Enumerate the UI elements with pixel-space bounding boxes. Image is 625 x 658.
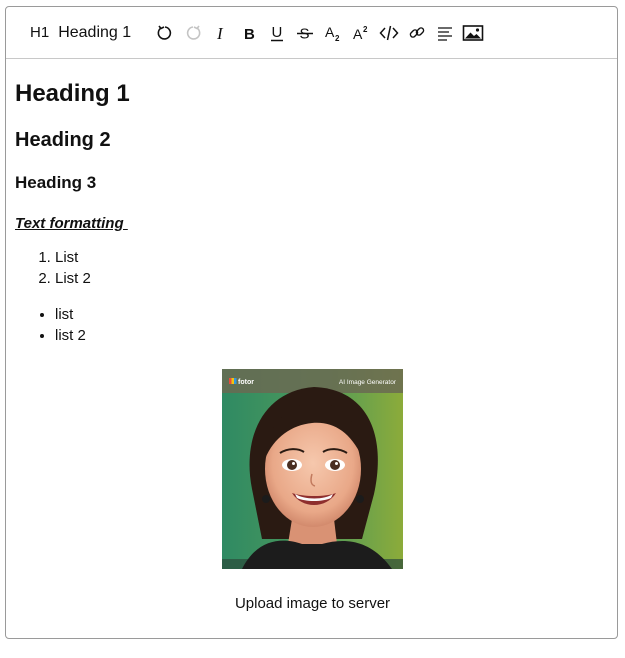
banner-text: AI Image Generator bbox=[339, 379, 397, 386]
portrait-illustration: fotor AI Image Generator bbox=[222, 369, 403, 569]
undo-icon bbox=[157, 25, 172, 40]
heading-1: Heading 1 bbox=[15, 80, 130, 107]
image-icon bbox=[462, 24, 484, 41]
brand-text: fotor bbox=[238, 379, 254, 386]
underline-icon: U bbox=[271, 24, 284, 41]
formatted-text: Text formatting bbox=[15, 215, 128, 232]
svg-text:A: A bbox=[353, 26, 363, 42]
svg-text:2: 2 bbox=[335, 34, 340, 42]
rich-text-editor: H1 Heading 1 I B U S A2 A2 Heading 1 Hea… bbox=[5, 6, 618, 639]
italic-icon: I bbox=[216, 24, 224, 42]
upload-caption: Upload image to server bbox=[234, 595, 391, 612]
list-item: List 2 bbox=[55, 268, 617, 289]
block-type-label: Heading 1 bbox=[58, 23, 132, 41]
block-type-select[interactable]: H1 Heading 1 bbox=[28, 17, 137, 49]
svg-text:I: I bbox=[216, 24, 224, 42]
redo-button[interactable] bbox=[179, 18, 207, 48]
superscript-button[interactable]: A2 bbox=[347, 18, 375, 48]
link-icon bbox=[409, 26, 425, 38]
list-item: list 2 bbox=[55, 325, 617, 346]
editor-content[interactable]: Heading 1 Heading 2 Heading 3 Text forma… bbox=[6, 79, 617, 346]
list-item: list bbox=[55, 304, 617, 325]
ordered-list: List List 2 bbox=[15, 247, 617, 289]
list-item: List bbox=[55, 247, 617, 268]
undo-button[interactable] bbox=[151, 18, 179, 48]
strikethrough-icon: S bbox=[297, 25, 314, 42]
svg-text:2: 2 bbox=[363, 25, 368, 34]
svg-text:B: B bbox=[244, 26, 255, 42]
italic-button[interactable]: I bbox=[207, 18, 235, 48]
align-left-icon bbox=[438, 26, 453, 41]
bullet-list: list list 2 bbox=[15, 304, 617, 346]
insert-image-button[interactable] bbox=[459, 18, 487, 48]
link-button[interactable] bbox=[403, 18, 431, 48]
svg-text:U: U bbox=[272, 24, 283, 41]
svg-text:A: A bbox=[325, 24, 335, 40]
portrait-image[interactable]: fotor AI Image Generator bbox=[222, 369, 403, 569]
subscript-icon: A2 bbox=[325, 24, 340, 42]
heading-icon: H1 bbox=[30, 24, 50, 41]
align-button[interactable] bbox=[431, 18, 459, 48]
code-icon bbox=[379, 25, 399, 40]
bold-button[interactable]: B bbox=[235, 18, 263, 48]
subscript-button[interactable]: A2 bbox=[319, 18, 347, 48]
editor-toolbar: H1 Heading 1 I B U S A2 A2 bbox=[6, 7, 617, 59]
heading-2: Heading 2 bbox=[15, 129, 111, 151]
superscript-icon: A2 bbox=[353, 25, 368, 42]
bold-icon: B bbox=[244, 26, 255, 42]
underline-button[interactable]: U bbox=[263, 18, 291, 48]
code-button[interactable] bbox=[375, 18, 403, 48]
heading-3: Heading 3 bbox=[15, 173, 97, 192]
strikethrough-button[interactable]: S bbox=[291, 18, 319, 48]
redo-icon bbox=[187, 25, 201, 40]
